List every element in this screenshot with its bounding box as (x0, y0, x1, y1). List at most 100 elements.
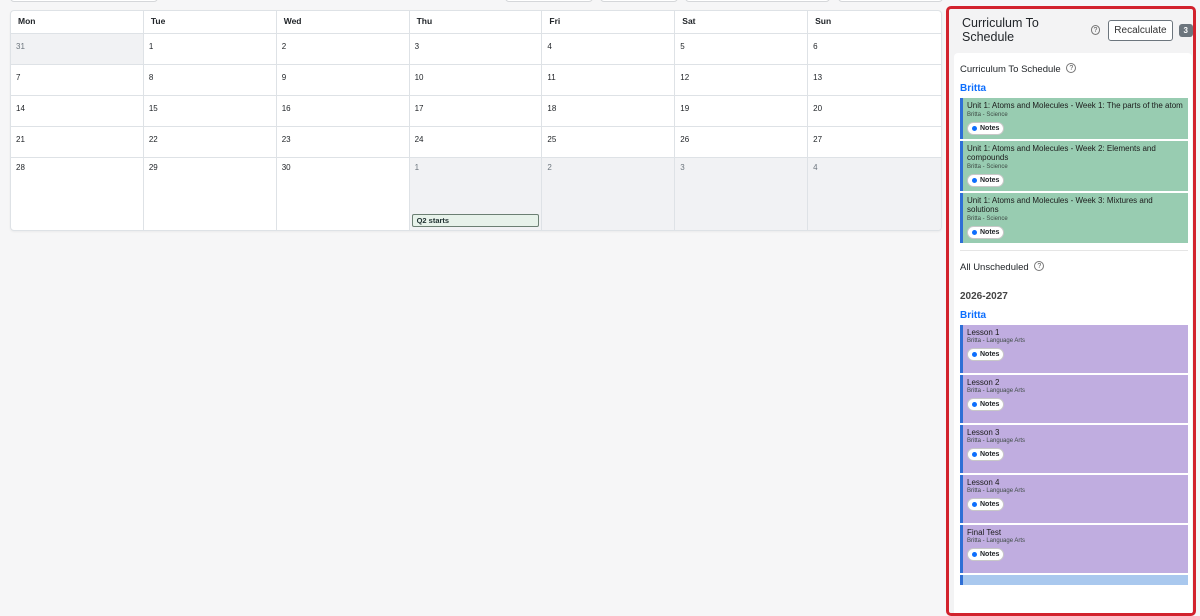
day-header-sat: Sat (675, 11, 809, 33)
day-cell[interactable]: 28 (11, 158, 144, 230)
day-cell[interactable]: 30 (277, 158, 410, 230)
item-subtitle: Britta - Language Arts (967, 388, 1026, 394)
notes-label: Notes (980, 551, 1000, 558)
curriculum-item[interactable]: Unit 1: Atoms and Molecules - Week 1: Th… (960, 98, 1188, 139)
day-cell[interactable]: 5 (675, 34, 809, 65)
day-cell[interactable]: 1 (143, 34, 277, 65)
day-cell[interactable]: 12 (675, 65, 809, 96)
day-number: 5 (680, 42, 685, 51)
day-number: 9 (281, 73, 287, 82)
day-header-fri: Fri (542, 11, 676, 33)
day-cell[interactable]: 24 (409, 127, 543, 158)
day-cell[interactable]: 21 (11, 127, 144, 158)
item-title: Lesson 1 (967, 327, 1000, 337)
day-cell[interactable]: 7 (11, 65, 144, 96)
section-unscheduled-title: All Unscheduled ? (960, 260, 1188, 273)
day-cell[interactable]: 4 (808, 158, 941, 230)
curriculum-panel: Curriculum To Schedule ? Recalculate 3 C… (946, 6, 1196, 616)
day-cell[interactable]: 10 (409, 65, 543, 96)
section-title-text: Curriculum To Schedule (960, 64, 1061, 75)
notes-button[interactable]: Notes (967, 548, 1005, 561)
day-cell[interactable]: 2 (542, 158, 676, 230)
day-number: 28 (16, 163, 25, 172)
day-number: 1 (148, 42, 154, 51)
item-subtitle: Britta - Science (967, 163, 1008, 170)
notes-button[interactable]: Notes (967, 348, 1005, 361)
day-cell[interactable]: 3 (409, 34, 543, 65)
day-cell[interactable]: 3 (675, 158, 809, 230)
toolbar-control-stub[interactable] (600, 0, 678, 2)
notes-button[interactable]: Notes (967, 448, 1005, 461)
day-cell[interactable]: 16 (276, 96, 410, 127)
toolbar-control-stub[interactable] (10, 0, 158, 2)
toolbar-control-stub[interactable] (685, 0, 830, 2)
toolbar-control-stub[interactable] (838, 0, 943, 2)
help-icon[interactable]: ? (1066, 63, 1077, 73)
day-number: 3 (414, 42, 420, 51)
day-number: 21 (16, 135, 25, 144)
notes-button[interactable]: Notes (967, 498, 1005, 511)
item-title: Lesson 2 (967, 377, 1000, 387)
help-icon[interactable]: ? (1034, 260, 1045, 271)
day-cell[interactable]: 2 (276, 34, 410, 65)
day-cell[interactable]: 23 (276, 127, 410, 158)
student-name: Britta (960, 83, 987, 94)
day-cell[interactable]: 1 Q2 starts (409, 158, 543, 230)
notes-button[interactable]: Notes (967, 121, 1005, 135)
help-icon[interactable]: ? (1090, 25, 1101, 35)
day-cell[interactable]: 4 (542, 34, 676, 65)
unscheduled-item[interactable] (960, 574, 1188, 585)
day-cell[interactable]: 17 (409, 96, 543, 127)
day-cell[interactable]: 9 (276, 65, 410, 96)
day-cell[interactable]: 31 (11, 34, 144, 65)
day-cell[interactable]: 14 (11, 96, 144, 127)
dot-icon (972, 502, 977, 507)
day-cell[interactable]: 27 (808, 127, 941, 158)
unscheduled-item[interactable]: Lesson 1 Britta - Language Arts Notes (960, 324, 1188, 373)
day-number: 22 (148, 135, 158, 144)
unscheduled-item[interactable]: Final Test Britta - Language Arts Notes (960, 524, 1188, 573)
section-title-text: All Unscheduled (960, 261, 1029, 273)
curriculum-item[interactable]: Unit 1: Atoms and Molecules - Week 2: El… (960, 140, 1188, 191)
day-cell[interactable]: 20 (808, 96, 941, 127)
day-cell[interactable]: 26 (675, 127, 809, 158)
day-number: 15 (148, 104, 158, 113)
day-cell[interactable]: 29 (144, 158, 277, 230)
notes-button[interactable]: Notes (967, 398, 1005, 411)
day-cell[interactable]: 18 (542, 96, 676, 127)
calendar-event-q2-starts[interactable]: Q2 starts (411, 214, 540, 227)
day-cell[interactable]: 11 (542, 65, 676, 96)
unscheduled-item[interactable]: Lesson 3 Britta - Language Arts Notes (960, 424, 1188, 473)
student-name: Britta (960, 309, 987, 321)
notes-button[interactable]: Notes (967, 225, 1005, 239)
toolbar-control-stub[interactable] (505, 0, 593, 2)
day-cell[interactable]: 25 (542, 127, 676, 158)
curriculum-item[interactable]: Unit 1: Atoms and Molecules - Week 3: Mi… (960, 192, 1188, 243)
dot-icon (972, 452, 977, 457)
day-number: 20 (813, 104, 823, 113)
recalculate-button[interactable]: Recalculate (1108, 19, 1173, 41)
notes-button[interactable]: Notes (967, 173, 1005, 187)
notes-label: Notes (980, 501, 1000, 508)
panel-content: Curriculum To Schedule ? Britta Unit 1: … (954, 53, 1192, 613)
day-cell[interactable]: 19 (675, 96, 809, 127)
divider (960, 249, 1188, 251)
notes-label: Notes (980, 351, 1000, 358)
day-header-thu: Thu (410, 11, 543, 33)
item-title: Unit 1: Atoms and Molecules - Week 1: Th… (967, 101, 1183, 110)
year-heading: 2026-2027 (960, 290, 1008, 302)
day-cell[interactable]: 22 (143, 127, 277, 158)
unscheduled-item[interactable]: Lesson 2 Britta - Language Arts Notes (960, 374, 1188, 423)
item-title: Final Test (967, 527, 1002, 537)
day-header-sun: Sun (815, 16, 832, 26)
notes-label: Notes (980, 401, 1000, 408)
count-badge: 3 (1178, 23, 1193, 37)
day-cell[interactable]: 6 (808, 34, 941, 65)
day-cell[interactable]: 13 (808, 65, 941, 96)
day-cell[interactable]: 15 (143, 96, 277, 127)
day-cell[interactable]: 8 (143, 65, 277, 96)
notes-label: Notes (980, 176, 1000, 184)
item-subtitle: Britta - Language Arts (967, 488, 1026, 494)
item-subtitle: Britta - Science (967, 215, 1008, 222)
unscheduled-item[interactable]: Lesson 4 Britta - Language Arts Notes (960, 474, 1188, 523)
